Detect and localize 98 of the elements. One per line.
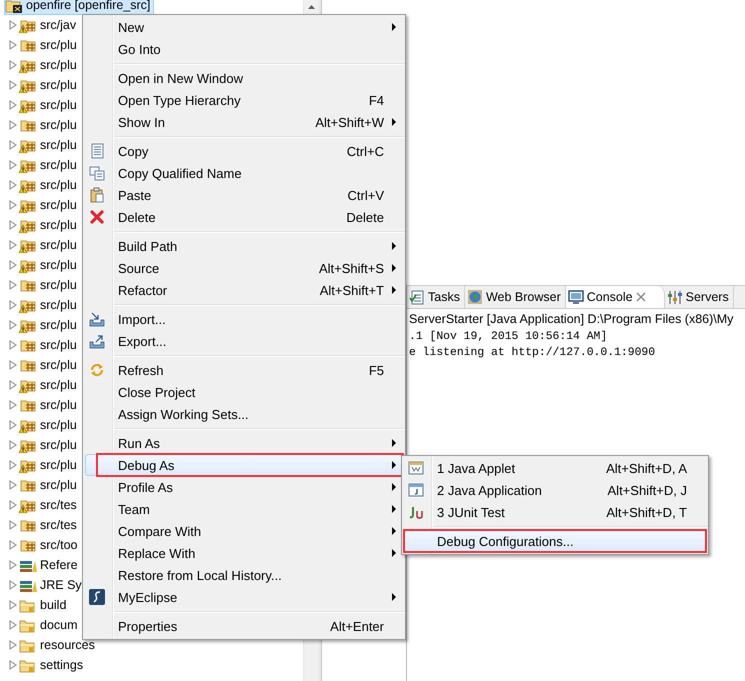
tree-item[interactable]: src/too xyxy=(19,536,81,554)
tree-item[interactable]: src/plu xyxy=(19,436,80,454)
tree-item[interactable]: src/plu xyxy=(19,76,80,94)
menu-item[interactable]: Run As xyxy=(85,432,403,454)
menu-item[interactable]: Restore from Local History... xyxy=(85,564,403,586)
tree-item[interactable]: src/plu xyxy=(19,456,80,474)
menu-item[interactable]: Profile As xyxy=(85,476,403,498)
shortcut-label: Alt+Shift+T xyxy=(320,282,385,298)
menu-item[interactable]: 2 Java Application Alt+Shift+D, J xyxy=(404,479,706,501)
view-tab[interactable]: Servers xyxy=(664,286,734,308)
shortcut-label: F5 xyxy=(368,362,385,378)
menu-item[interactable]: Source Alt+Shift+S xyxy=(85,257,403,279)
menu-item[interactable]: Copy Ctrl+C xyxy=(85,140,403,162)
shortcut-label: Ctrl+V xyxy=(348,188,385,202)
tree-item[interactable]: JRE Sy xyxy=(19,576,85,594)
tree-item[interactable]: src/plu xyxy=(19,216,80,234)
shortcut-label: Ctrl+C xyxy=(346,144,385,158)
menu-item[interactable]: Debug Configurations... xyxy=(404,530,706,552)
tree-item[interactable]: src/plu xyxy=(19,416,80,434)
menu-item[interactable]: Open in New Window xyxy=(85,67,403,89)
tree-item[interactable]: src/plu xyxy=(19,376,80,394)
shortcut-label: Alt+Shift+W xyxy=(315,114,385,130)
tree-item[interactable]: src/plu xyxy=(19,136,80,154)
tree-item[interactable]: resources xyxy=(19,636,98,654)
globe-icon xyxy=(466,289,483,305)
menu-item[interactable]: Copy Qualified Name xyxy=(85,162,403,184)
tree-item[interactable]: src/plu xyxy=(19,256,80,274)
console-line: e listening at http://127.0.0.1:9090 xyxy=(408,346,656,361)
menu-item[interactable]: New xyxy=(85,16,403,38)
view-tab[interactable]: Web Browser xyxy=(464,286,566,308)
menu-item[interactable]: Open Type Hierarchy F4 xyxy=(85,89,403,111)
menu-item[interactable]: Go Into xyxy=(85,38,403,60)
tasks-icon xyxy=(409,289,425,305)
shortcut-label: Alt+Shift+D, A xyxy=(606,460,688,476)
launch-info: ServerStarter [Java Application] D:\Program Files (x86)\My xyxy=(408,311,734,328)
tree-item[interactable]: src/plu xyxy=(19,176,80,194)
applet-window-icon xyxy=(408,460,424,476)
tree-item[interactable]: src/plu xyxy=(19,276,80,294)
tree-item[interactable]: src/plu xyxy=(19,56,80,74)
script-s-icon xyxy=(89,589,105,605)
menu-item[interactable]: Refresh F5 xyxy=(85,359,403,381)
tree-item[interactable]: openfire [openfire_src] xyxy=(4,0,154,15)
import-icon xyxy=(89,311,105,327)
tree-item[interactable]: src/plu xyxy=(19,36,80,54)
shortcut-label: F4 xyxy=(368,92,385,108)
tree-item[interactable]: src/plu xyxy=(19,356,80,374)
refresh-icon xyxy=(89,362,105,378)
tree-item[interactable]: Refere xyxy=(19,556,81,574)
menu-item[interactable]: 1 Java Applet Alt+Shift+D, A xyxy=(404,457,706,479)
menu-item[interactable]: Delete Delete xyxy=(85,206,403,228)
tree-item[interactable]: src/plu xyxy=(19,236,80,254)
tree-item[interactable]: src/jav xyxy=(19,16,80,34)
menu-item[interactable]: Refactor Alt+Shift+T xyxy=(85,279,403,301)
tree-item[interactable]: src/plu xyxy=(19,336,80,354)
tree-item[interactable]: src/plu xyxy=(19,396,80,414)
menu-item[interactable]: Properties Alt+Enter xyxy=(85,615,403,637)
menu-item[interactable]: Replace With xyxy=(85,542,403,564)
menu-item[interactable]: MyEclipse xyxy=(85,586,403,608)
menu-item[interactable]: 3 JUnit Test Alt+Shift+D, T xyxy=(404,501,706,523)
shortcut-label: Alt+Shift+D, T xyxy=(606,504,688,520)
console-line: .1 [Nov 19, 2015 10:56:14 AM] xyxy=(408,330,608,345)
menu-item[interactable]: Export... xyxy=(85,330,403,352)
tree-item[interactable]: docum xyxy=(19,616,81,634)
tree-item[interactable]: src/plu xyxy=(19,296,80,314)
clipboard-icon xyxy=(89,187,105,203)
shortcut-label: Alt+Shift+S xyxy=(318,260,385,276)
tree-item[interactable]: src/plu xyxy=(19,196,80,214)
tree-item[interactable]: src/plu xyxy=(19,116,80,134)
menu-item[interactable]: Assign Working Sets... xyxy=(85,403,403,425)
shortcut-label: Alt+Enter xyxy=(330,618,385,634)
delete-icon xyxy=(89,209,105,225)
shortcut-label: Delete xyxy=(346,210,385,224)
tree-item[interactable]: build xyxy=(19,596,70,614)
menu-item[interactable]: Compare With xyxy=(85,520,403,542)
shortcut-label: Alt+Shift+D, J xyxy=(608,482,688,498)
menu-item[interactable]: Build Path xyxy=(85,235,403,257)
menu-item[interactable]: Import... xyxy=(85,308,403,330)
application-window-icon xyxy=(408,482,424,498)
menu-item[interactable]: Show In Alt+Shift+W xyxy=(85,111,403,133)
monitor-icon xyxy=(568,289,584,305)
servers-icon xyxy=(666,289,683,305)
tree-item[interactable]: src/tes xyxy=(19,516,80,534)
tree-item[interactable]: src/plu xyxy=(19,156,80,174)
tree-item[interactable]: src/plu xyxy=(19,316,80,334)
tree-item[interactable]: settings xyxy=(19,656,86,674)
tree-item[interactable]: src/plu xyxy=(19,476,80,494)
view-tab[interactable]: Console xyxy=(566,286,665,308)
export-icon xyxy=(89,333,105,349)
ju-letters-icon xyxy=(408,504,424,520)
document-icon xyxy=(89,143,105,159)
view-tab[interactable]: Tasks xyxy=(407,286,465,308)
menu-item[interactable]: Paste Ctrl+V xyxy=(85,184,403,206)
menu-item[interactable]: Debug As xyxy=(85,454,403,476)
tree-item[interactable]: src/plu xyxy=(19,96,80,114)
menu-item[interactable]: Close Project xyxy=(85,381,403,403)
tree-item[interactable]: src/tes xyxy=(19,496,80,514)
documents-icon xyxy=(89,165,105,181)
menu-item[interactable]: Team xyxy=(85,498,403,520)
